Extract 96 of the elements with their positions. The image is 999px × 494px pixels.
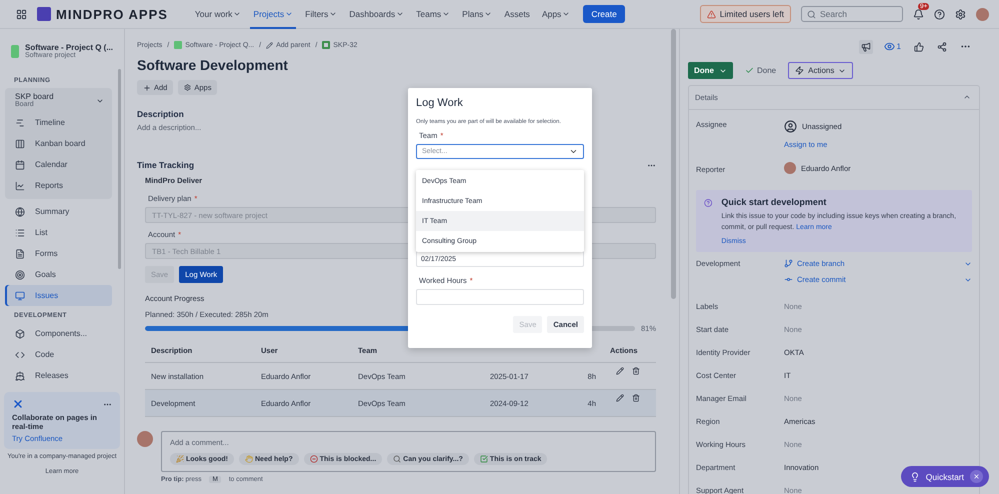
delete-icon <box>632 394 640 402</box>
megaphone-icon[interactable] <box>858 40 873 54</box>
chevron-down-icon <box>285 10 294 18</box>
code-icon <box>15 350 25 360</box>
help-icon <box>934 8 945 20</box>
chevron-down-icon <box>442 10 450 18</box>
nav-tab[interactable]: Teams <box>413 0 454 28</box>
columns-icon <box>15 138 25 148</box>
commit-icon <box>784 275 793 284</box>
help-icon <box>704 197 712 209</box>
actions-button[interactable]: Actions <box>788 62 854 79</box>
eye-icon <box>884 41 895 52</box>
nav-tab[interactable]: Plans <box>459 0 496 28</box>
nav-tab[interactable]: Dashboards <box>346 0 408 28</box>
user-icon <box>784 120 797 133</box>
chevron-down-icon <box>484 10 492 18</box>
section-heading: Description <box>137 109 185 119</box>
hours-field[interactable] <box>416 289 584 305</box>
gear-icon <box>184 84 192 91</box>
scrollbar-thumb[interactable] <box>671 29 676 299</box>
sidebar-item[interactable]: Goals <box>5 264 112 285</box>
search-icon <box>807 10 816 18</box>
logo-icon <box>37 7 51 21</box>
sidebar-item[interactable]: Timeline <box>5 112 112 133</box>
settings-icon <box>955 8 966 20</box>
chevron-down-icon <box>96 97 104 105</box>
form-icon <box>15 248 25 258</box>
board-name[interactable]: SKP board <box>15 92 54 101</box>
branch-icon <box>784 259 793 268</box>
chevron-down-icon <box>562 10 570 18</box>
sidebar-item[interactable]: Reports <box>5 175 112 196</box>
globe-icon <box>15 206 25 216</box>
app-name: MINDPRO APPS <box>56 6 168 22</box>
issue-title: Software Development <box>137 57 289 73</box>
nav-tab[interactable]: Apps <box>538 0 574 28</box>
sidebar-item[interactable]: Issues <box>5 285 112 306</box>
calendar-icon <box>15 160 25 170</box>
plus-icon <box>143 84 151 92</box>
project-icon <box>11 44 19 58</box>
chevron-down-icon <box>329 10 338 18</box>
box-icon <box>15 328 25 338</box>
sidebar-item[interactable]: Code <box>5 344 112 365</box>
project-name: Software - Project Q (... <box>24 43 113 52</box>
stop-icon <box>310 455 318 463</box>
app-grid-icon <box>16 8 27 20</box>
close-icon[interactable] <box>970 470 983 483</box>
edit-icon <box>616 367 624 375</box>
notice-button[interactable]: Limited users left <box>700 5 791 23</box>
resolution-label: Done <box>745 66 776 75</box>
search-icon <box>393 455 402 463</box>
sidebar-item[interactable]: Forms <box>5 243 112 264</box>
sidebar-item[interactable]: Releases <box>5 365 112 386</box>
nav-tab[interactable]: Your work <box>192 0 244 28</box>
chevron-down-icon <box>233 10 242 18</box>
x-icon <box>12 398 24 410</box>
watch-button[interactable]: 1 <box>882 39 903 54</box>
ship-icon <box>15 370 25 380</box>
hand-icon <box>245 455 253 463</box>
sidebar-item[interactable]: Calendar <box>5 154 112 175</box>
nav-tab[interactable]: Projects <box>250 0 296 28</box>
issue-icon <box>322 41 330 49</box>
sidebar-item[interactable]: Kanban board <box>5 133 112 154</box>
list-icon <box>15 228 25 238</box>
chevron-down-icon <box>396 10 404 18</box>
thumbs-up-icon[interactable] <box>912 40 926 54</box>
pencil-icon <box>266 42 274 48</box>
monitor-icon <box>15 290 25 300</box>
edit-icon <box>616 394 624 402</box>
target-icon <box>15 270 25 280</box>
nav-tab[interactable]: Filters <box>302 0 340 28</box>
sidebar-item[interactable]: List <box>5 222 112 243</box>
share-icon[interactable] <box>935 40 949 54</box>
lightning-icon <box>795 66 804 75</box>
timeline-icon <box>15 118 25 128</box>
sidebar-item[interactable]: Components... <box>5 323 112 344</box>
status-button[interactable]: Done <box>688 62 733 79</box>
avatar <box>784 162 796 174</box>
warning-icon <box>706 10 716 18</box>
dialog-title: Log Work <box>416 97 464 109</box>
delete-icon <box>632 367 640 375</box>
tip-title: Quick start development <box>721 197 828 207</box>
quickstart-button[interactable]: Quickstart <box>900 466 989 487</box>
party-popper-icon <box>176 455 184 463</box>
lightbulb-icon <box>910 472 920 482</box>
sidebar-item[interactable]: Summary <box>5 201 112 222</box>
search-field[interactable]: Search <box>801 6 903 22</box>
section-heading: Time Tracking <box>137 160 194 170</box>
chart-icon <box>15 180 25 190</box>
avatar <box>137 431 153 447</box>
project-icon <box>174 41 182 49</box>
nav-tab[interactable]: Assets <box>501 0 533 28</box>
chevron-down-icon <box>569 147 578 156</box>
check-icon <box>745 66 754 75</box>
bell-icon <box>913 8 924 20</box>
create-button[interactable]: Create <box>583 5 625 23</box>
check-icon <box>480 455 488 463</box>
